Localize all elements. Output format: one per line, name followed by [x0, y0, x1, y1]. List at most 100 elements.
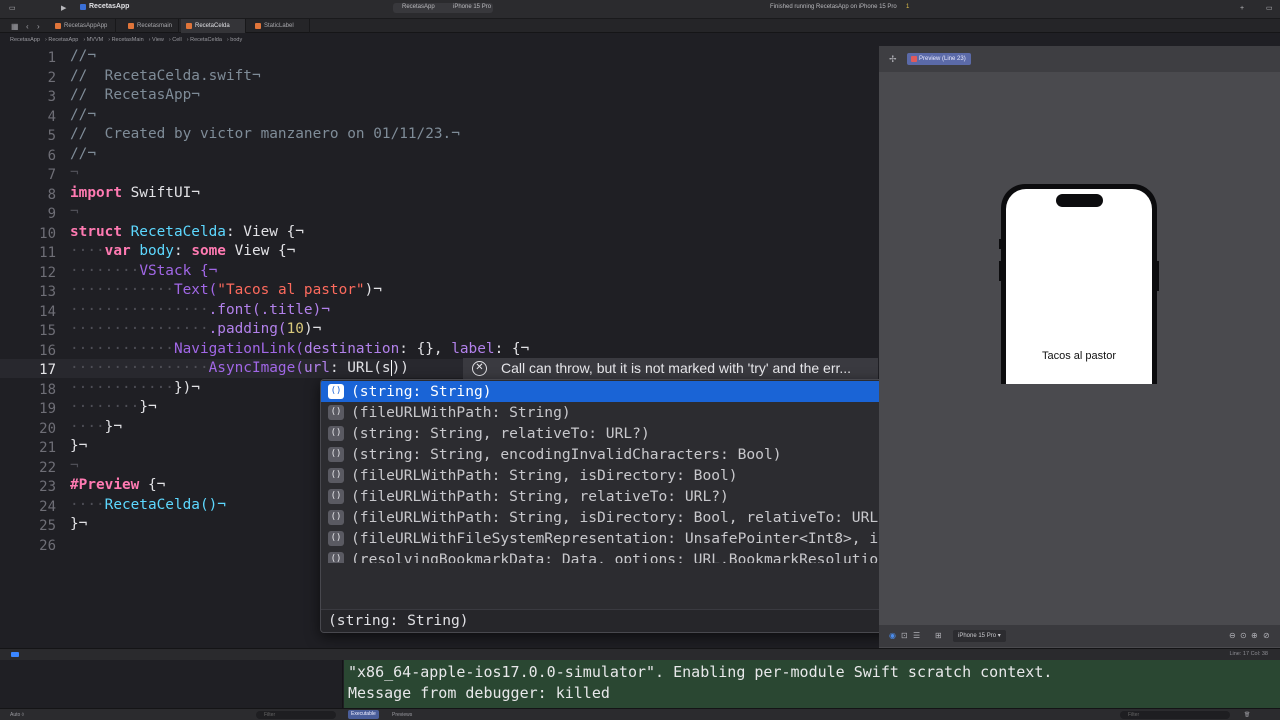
tab-staticlabel[interactable]: StaticLabel — [250, 19, 310, 33]
code-line[interactable]: ············NavigationLink(destination: … — [70, 341, 529, 357]
tab-previews[interactable]: Previews — [392, 712, 412, 718]
console-line: "x86_64-apple-ios17.0.0-simulator". Enab… — [348, 663, 1053, 681]
preview-canvas: ✢ Preview (Line 23) Tacos al pastor ◉ ⊡ … — [879, 46, 1280, 648]
tab-recetasappapp[interactable]: RecetasAppApp — [50, 19, 116, 33]
preview-device-selector[interactable]: iPhone 15 Pro ▾ — [953, 630, 1006, 642]
breadcrumb-item[interactable]: RecetaCelda — [190, 37, 222, 43]
preview-bottom-bar: ◉ ⊡ ☰ ⊞ iPhone 15 Pro ▾ ⊖ ⊙ ⊕ ⊘ — [879, 625, 1280, 647]
code-line[interactable]: //¬ — [70, 146, 96, 162]
variants-icon[interactable]: ☰ — [913, 631, 920, 640]
code-line[interactable]: //¬ — [70, 107, 96, 123]
line-number: 9 — [47, 206, 56, 222]
line-number: 22 — [39, 459, 56, 476]
zoom-fit-icon[interactable]: ⊙ — [1240, 631, 1247, 640]
auto-selector[interactable]: Auto ◊ — [10, 712, 24, 718]
tab-recetasmain[interactable]: Recetasmain — [123, 19, 179, 33]
code-line[interactable]: //¬ — [70, 48, 96, 64]
code-line[interactable]: import SwiftUI¬ — [70, 185, 200, 201]
code-line[interactable]: ¬ — [70, 458, 79, 474]
line-number: 17 — [39, 362, 56, 378]
code-line[interactable]: ············})¬ — [70, 380, 200, 396]
pin-icon[interactable]: ✢ — [889, 54, 897, 65]
code-line[interactable]: ¬ — [70, 165, 79, 181]
line-number: 20 — [39, 420, 56, 437]
warnings-count[interactable]: 1 — [906, 4, 909, 10]
line-number: 8 — [47, 186, 56, 203]
tab-executable[interactable]: Executable — [348, 710, 379, 719]
breadcrumb-item[interactable]: body — [230, 37, 242, 43]
error-icon: ✕ — [472, 361, 487, 376]
code-line[interactable]: ····RecetaCelda()¬ — [70, 497, 226, 513]
code-line[interactable]: struct RecetaCelda: View {¬ — [70, 224, 304, 240]
line-number: 3 — [47, 89, 56, 105]
debug-bottom-bar: Auto ◊ Filter Executable Previews Filter… — [0, 708, 1280, 720]
zoom-in-icon[interactable]: ⊕ — [1251, 631, 1258, 640]
inspector-toggle-icon[interactable]: ▭ — [1266, 4, 1273, 13]
console-line: Message from debugger: killed — [348, 684, 610, 702]
error-banner[interactable]: ✕ Call can throw, but it is not marked w… — [463, 358, 878, 379]
console-output[interactable]: "x86_64-apple-ios17.0.0-simulator". Enab… — [344, 660, 1280, 708]
device-frame: Tacos al pastor — [1001, 184, 1157, 384]
initializer-icon: () — [328, 447, 344, 462]
tab-recetacelda[interactable]: RecetaCelda — [181, 19, 246, 33]
initializer-icon: () — [328, 468, 344, 483]
line-number: 10 — [39, 225, 56, 242]
add-icon[interactable]: + — [1240, 4, 1244, 13]
sidebar-toggle-icon[interactable]: ▭ — [9, 4, 16, 13]
console-filter-input[interactable]: Filter — [1120, 711, 1230, 719]
zoom-out-icon[interactable]: ⊖ — [1229, 631, 1236, 640]
breadcrumb-item[interactable]: Cell — [172, 37, 181, 43]
code-line-current[interactable]: ················AsyncImage(url: URL(s)) — [70, 360, 409, 376]
line-number: 14 — [39, 303, 56, 320]
source-editor[interactable]: 1 2 3 4 5 6 7 8 9 10 11 12 13 14 15 16 17 18 19 20 21 22 23 24 2… — [0, 46, 1268, 648]
project-icon — [80, 4, 86, 10]
code-line[interactable]: ················.padding(10)¬ — [70, 321, 321, 337]
run-destination[interactable]: iPhone 15 Pro — [453, 4, 491, 10]
grid-icon[interactable]: ▦ — [11, 22, 19, 31]
code-line[interactable]: ············Text("Tacos al pastor")¬ — [70, 282, 382, 298]
code-line[interactable]: // Created by victor manzanero on 01/11/… — [70, 126, 460, 142]
breadcrumb-item[interactable]: RecetasApp — [10, 37, 40, 43]
breadcrumb-item[interactable]: RecetasMain — [112, 37, 144, 43]
initializer-icon: () — [328, 426, 344, 441]
line-number: 7 — [47, 167, 56, 183]
device-screen[interactable]: Tacos al pastor — [1006, 189, 1152, 384]
code-line[interactable]: }¬ — [70, 438, 87, 454]
forward-icon[interactable]: › — [37, 22, 40, 31]
window-toolbar: ▭ ▶ RecetasApp RecetasApp iPhone 15 Pro … — [0, 0, 1280, 19]
line-number: 1 — [47, 50, 56, 66]
code-line[interactable]: }¬ — [70, 516, 87, 532]
breadcrumb-item[interactable]: RecetasApp — [48, 37, 78, 43]
code-line[interactable]: ················.font(.title)¬ — [70, 302, 330, 318]
breadcrumb-item[interactable]: View — [152, 37, 164, 43]
variables-view[interactable] — [0, 660, 343, 708]
code-line[interactable]: ····}¬ — [70, 419, 122, 435]
back-icon[interactable]: ‹ — [26, 22, 29, 31]
code-line[interactable]: ········VStack {¬ — [70, 263, 217, 279]
trash-icon[interactable]: 🗑 — [1244, 712, 1250, 718]
variables-filter-input[interactable]: Filter — [256, 711, 336, 719]
breadcrumb-item[interactable]: MVVM — [87, 37, 104, 43]
code-line[interactable]: ········}¬ — [70, 399, 157, 415]
preview-chip[interactable]: Preview (Line 23) — [907, 53, 971, 65]
code-line[interactable]: ····var body: some View {¬ — [70, 243, 295, 259]
code-line[interactable]: #Preview {¬ — [70, 477, 165, 493]
run-icon[interactable]: ▶ — [61, 4, 66, 13]
code-line[interactable]: // RecetasApp¬ — [70, 87, 200, 103]
debug-area-toggle-icon[interactable] — [11, 652, 19, 657]
selectable-mode-icon[interactable]: ⊡ — [901, 631, 908, 640]
dynamic-island — [1056, 194, 1103, 207]
swift-file-icon — [255, 23, 261, 29]
live-mode-icon[interactable]: ◉ — [889, 631, 896, 640]
preview-toolbar: ✢ Preview (Line 23) — [879, 46, 1280, 72]
project-name[interactable]: RecetasApp — [89, 3, 129, 10]
line-number: 15 — [39, 323, 56, 339]
zoom-100-icon[interactable]: ⊘ — [1263, 631, 1270, 640]
swift-file-icon — [55, 23, 61, 29]
code-line[interactable]: ¬ — [70, 204, 79, 220]
line-number: 21 — [39, 440, 56, 456]
code-line[interactable]: // RecetaCelda.swift¬ — [70, 68, 261, 84]
swift-file-icon — [186, 23, 192, 29]
debug-bar: Line: 17 Col: 38 — [0, 648, 1280, 660]
device-settings-icon[interactable]: ⊞ — [935, 631, 942, 640]
